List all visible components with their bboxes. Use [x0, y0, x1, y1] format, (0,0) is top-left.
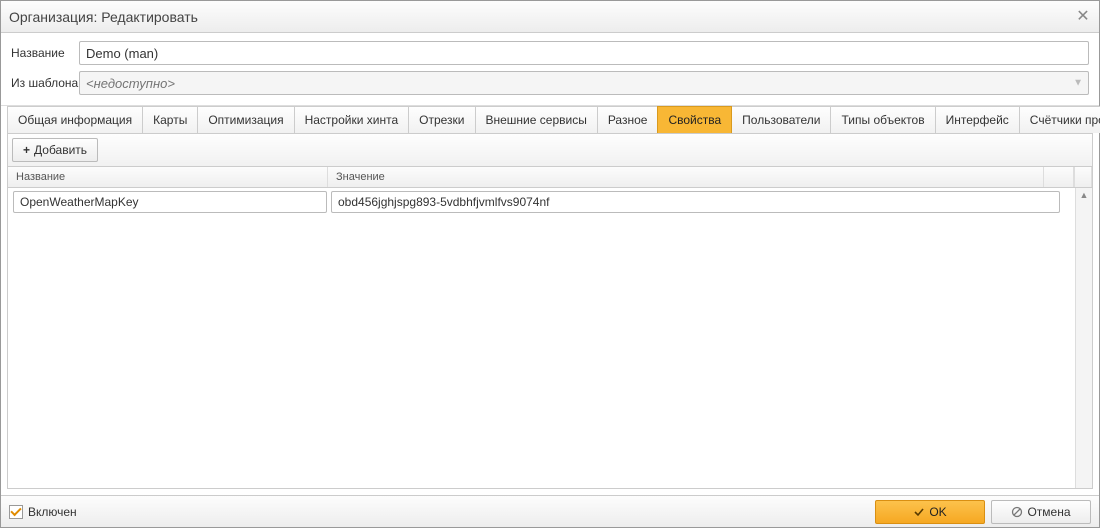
column-header-value[interactable]: Значение	[328, 167, 1044, 187]
tab-optimization[interactable]: Оптимизация	[197, 106, 294, 133]
tab-users[interactable]: Пользователи	[731, 106, 831, 133]
titlebar: Организация: Редактировать ✕	[1, 1, 1099, 33]
tab-external-services[interactable]: Внешние сервисы	[475, 106, 598, 133]
tab-object-types[interactable]: Типы объектов	[830, 106, 935, 133]
dialog-footer: Включен OK Отмена	[1, 495, 1099, 527]
tab-segments[interactable]: Отрезки	[408, 106, 475, 133]
enabled-label: Включен	[28, 505, 77, 519]
cancel-button[interactable]: Отмена	[991, 500, 1091, 524]
add-button-label: Добавить	[34, 143, 87, 157]
tab-body: + Добавить Название Значение ▲	[7, 133, 1093, 489]
template-select	[79, 71, 1089, 95]
plus-icon: +	[23, 143, 30, 157]
column-header-actions	[1044, 167, 1074, 187]
tab-interface[interactable]: Интерфейс	[935, 106, 1020, 133]
cancel-icon	[1011, 506, 1023, 518]
grid-body: ▲	[8, 188, 1092, 488]
tab-general[interactable]: Общая информация	[7, 106, 143, 133]
ok-button[interactable]: OK	[875, 500, 985, 524]
checkbox-icon	[9, 505, 23, 519]
dialog-window: Организация: Редактировать ✕ Название Из…	[0, 0, 1100, 528]
grid-toolbar: + Добавить	[8, 134, 1092, 167]
property-name-input[interactable]	[13, 191, 327, 213]
tab-misc[interactable]: Разное	[597, 106, 659, 133]
window-title: Организация: Редактировать	[9, 9, 1075, 25]
scroll-up-icon[interactable]: ▲	[1076, 190, 1092, 200]
grid-header: Название Значение	[8, 167, 1092, 188]
tab-properties[interactable]: Свойства	[657, 106, 732, 133]
close-icon[interactable]: ✕	[1075, 9, 1091, 25]
check-icon	[913, 506, 925, 518]
column-header-name[interactable]: Название	[8, 167, 328, 187]
column-header-scroll	[1074, 167, 1092, 187]
tab-strip: Общая информация Карты Оптимизация Настр…	[1, 106, 1099, 133]
cancel-button-label: Отмена	[1027, 505, 1070, 519]
add-button[interactable]: + Добавить	[12, 138, 98, 162]
name-input[interactable]	[79, 41, 1089, 65]
enabled-checkbox[interactable]: Включен	[9, 505, 77, 519]
tab-counters[interactable]: Счётчики пробега и моточасов	[1019, 106, 1100, 133]
tab-hint-settings[interactable]: Настройки хинта	[294, 106, 410, 133]
template-label: Из шаблона	[11, 76, 79, 90]
ok-button-label: OK	[929, 505, 946, 519]
property-value-input[interactable]	[331, 191, 1060, 213]
name-label: Название	[11, 46, 79, 60]
scrollbar[interactable]: ▲	[1075, 188, 1092, 488]
form-area: Название Из шаблона ▼	[1, 33, 1099, 106]
properties-grid: Название Значение ▲	[8, 167, 1092, 488]
table-row	[8, 188, 1092, 216]
tab-maps[interactable]: Карты	[142, 106, 198, 133]
